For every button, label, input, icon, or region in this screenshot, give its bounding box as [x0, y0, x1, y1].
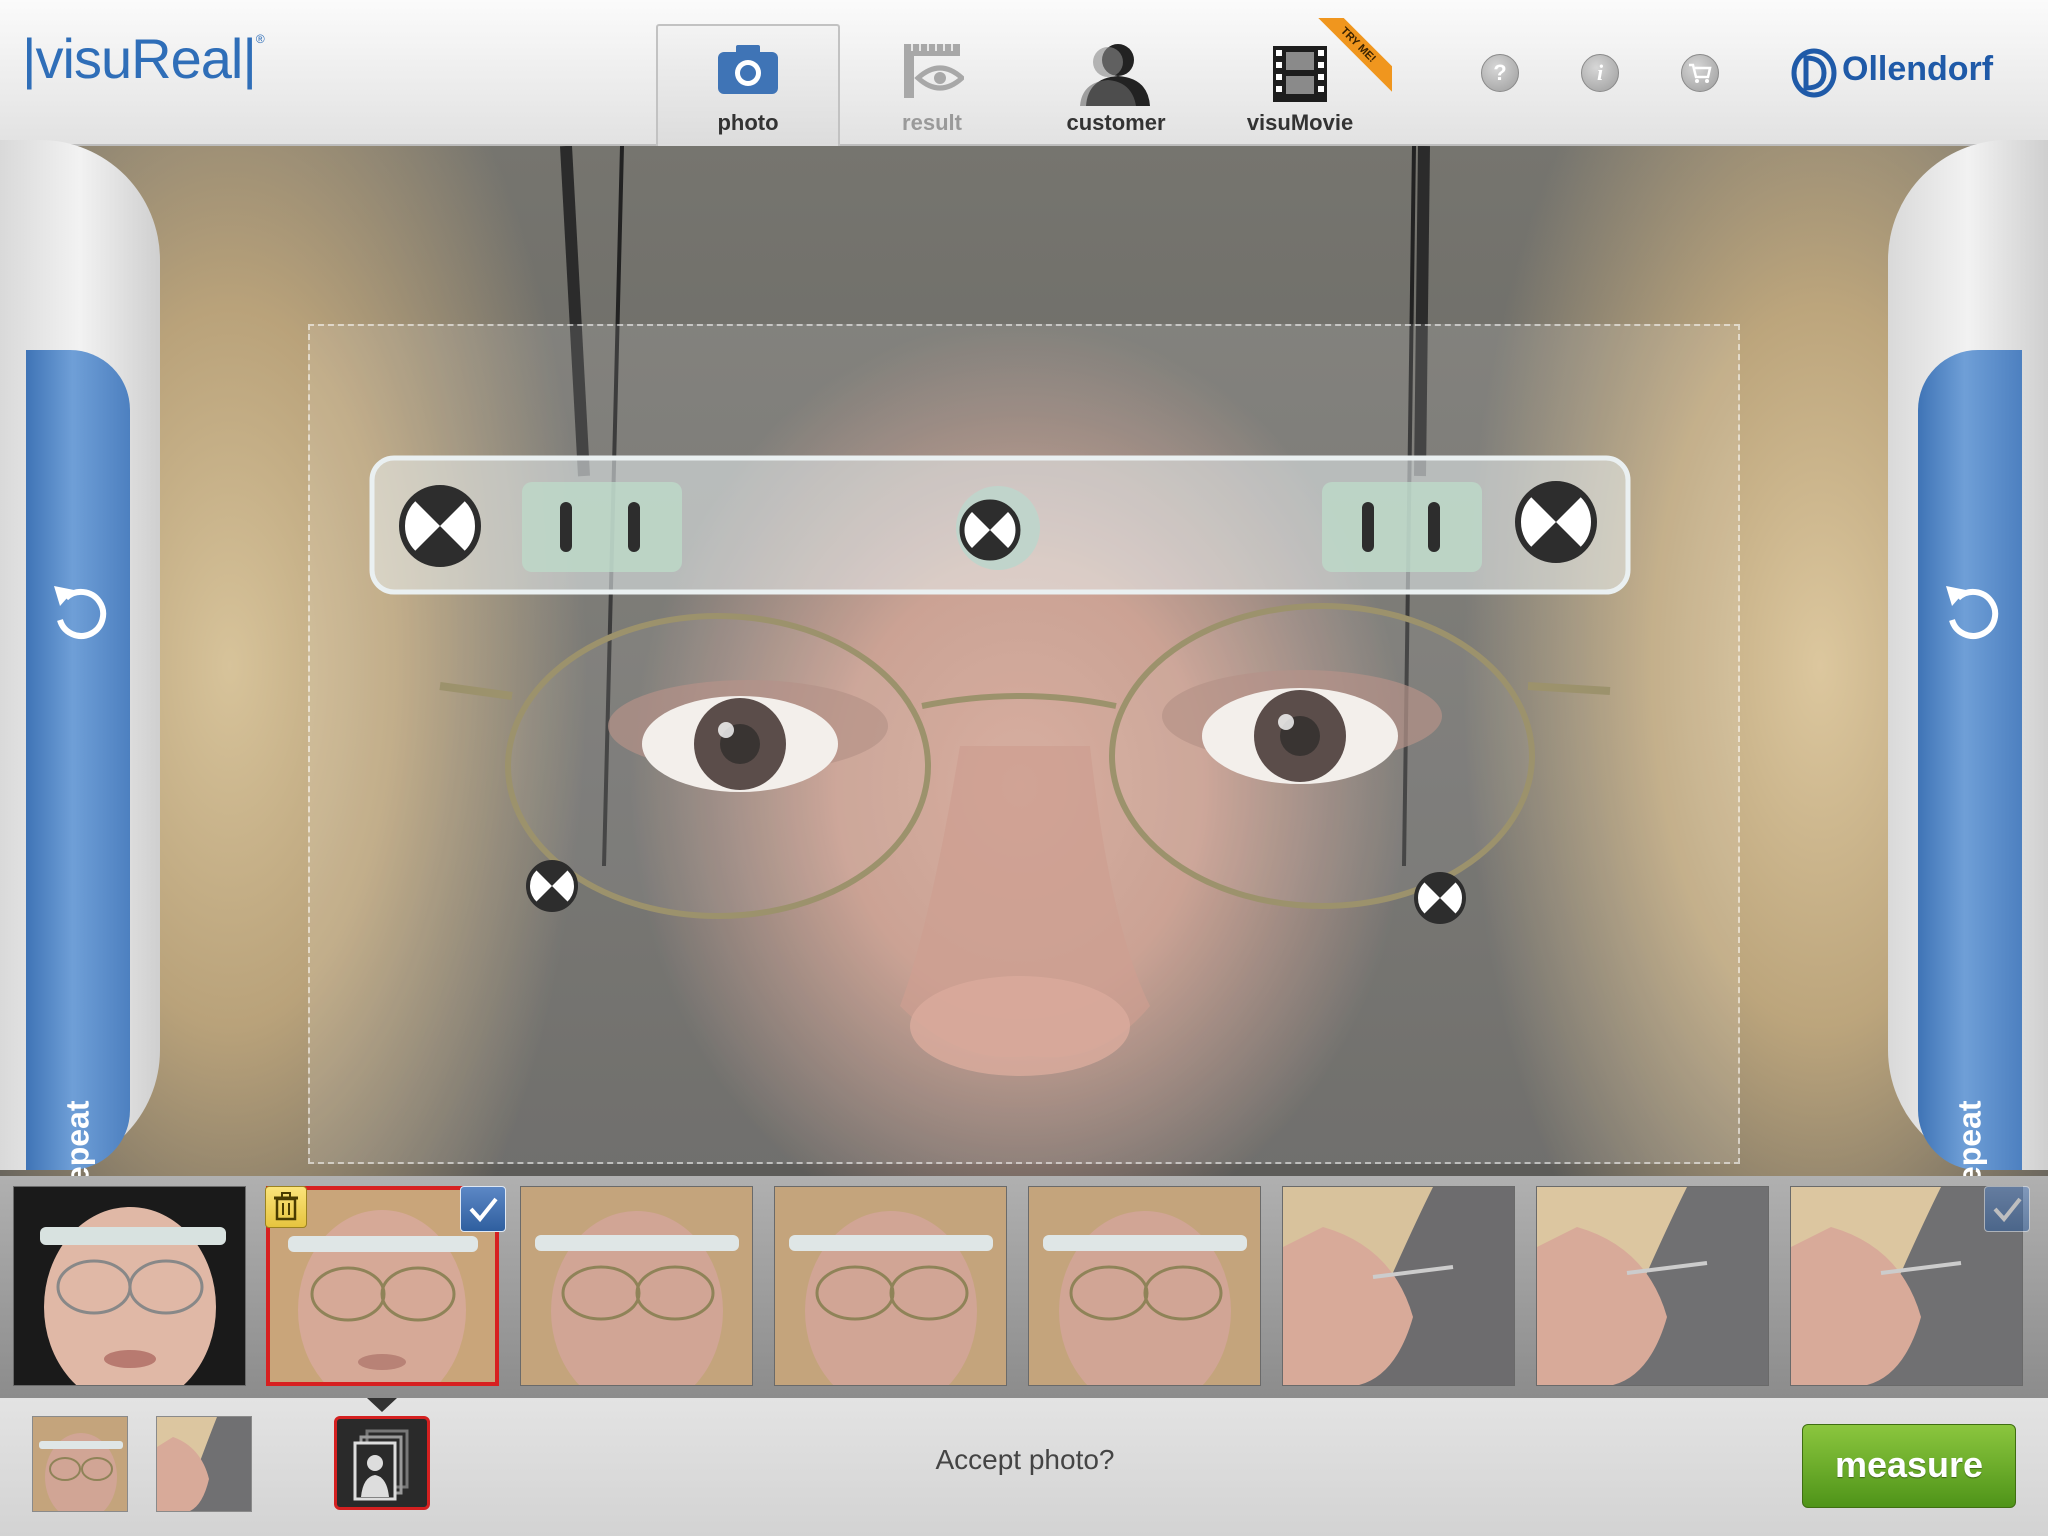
photo-thumbnail[interactable]: [774, 1186, 1007, 1386]
help-icon: ?: [1493, 60, 1507, 85]
cart-icon: [1689, 63, 1712, 83]
repeat-left-button[interactable]: repeat: [26, 350, 130, 1197]
visureal-logo: |visuReal|®: [22, 27, 265, 90]
brand-name: Ollendorf: [1842, 50, 1994, 88]
camera-icon: [714, 42, 782, 104]
bottom-bar: Accept photo? measure: [0, 1398, 2048, 1536]
photo-thumbnail[interactable]: [13, 1186, 246, 1386]
photo-thumbnail[interactable]: [520, 1186, 753, 1386]
photo-thumbnail[interactable]: [1282, 1186, 1515, 1386]
photo-thumbnail[interactable]: [1028, 1186, 1261, 1386]
info-button[interactable]: i: [1581, 54, 1619, 92]
photo-selected-checkbox[interactable]: [460, 1186, 506, 1232]
cart-button[interactable]: [1681, 54, 1719, 92]
gallery-indicator-caret: [367, 1398, 397, 1412]
try-me-ribbon: TRY ME!: [1312, 18, 1392, 98]
frontal-photo-mini-thumbnail[interactable]: [32, 1416, 128, 1512]
tab-visumovie[interactable]: TRY ME! visuMovie: [1208, 18, 1392, 146]
tab-customer[interactable]: customer: [1024, 24, 1208, 146]
photo-selected-checkbox[interactable]: [1984, 1186, 2030, 1232]
trash-icon: [274, 1192, 298, 1221]
profile-photo-mini-thumbnail[interactable]: [156, 1416, 252, 1512]
accept-photo-prompt: Accept photo?: [935, 1444, 1115, 1475]
photo-gallery-button[interactable]: [334, 1416, 430, 1510]
right-side-panel: repeat: [1888, 140, 2048, 1197]
portrait-stack-icon: [353, 1429, 409, 1501]
crop-frame[interactable]: [308, 324, 1740, 1164]
tab-result[interactable]: result: [840, 24, 1024, 146]
checkmark-icon: [469, 1197, 498, 1223]
measure-button[interactable]: measure: [1802, 1424, 2016, 1508]
eye-ruler-icon: [900, 40, 966, 108]
rotate-left-icon: [1938, 576, 2002, 651]
delete-photo-button[interactable]: [265, 1186, 307, 1228]
repeat-right-button[interactable]: repeat: [1918, 350, 2022, 1197]
camera-preview: [0, 146, 2048, 1176]
left-side-panel: repeat: [0, 140, 160, 1197]
ollendorf-logo-icon: [1791, 48, 1837, 98]
person-icon: [1078, 40, 1154, 112]
app-header: |visuReal|® photo result customer TRY ME…: [0, 0, 2048, 146]
rotate-left-icon: [46, 576, 110, 651]
info-icon: i: [1596, 60, 1604, 85]
photo-filmstrip: [0, 1176, 2048, 1398]
checkmark-icon: [1993, 1197, 2022, 1223]
photo-thumbnail[interactable]: [1536, 1186, 1769, 1386]
tab-photo[interactable]: photo: [656, 24, 840, 146]
help-button[interactable]: ?: [1481, 54, 1519, 92]
